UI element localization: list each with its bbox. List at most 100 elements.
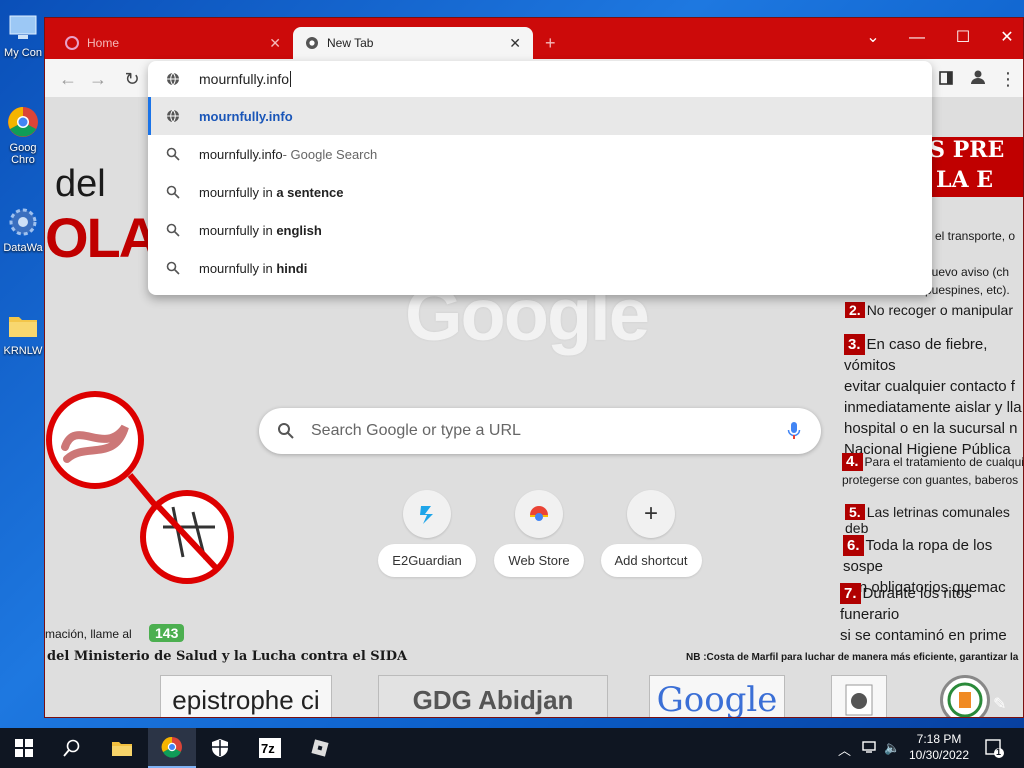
chrome-window: Home ✕ New Tab ✕ + ⌄ — ☐ ✕ ← → ↻ ⋮ del O…: [44, 17, 1024, 718]
omnibox-suggestion[interactable]: mournfully.info: [148, 97, 932, 135]
tab-search-chevron-icon[interactable]: ⌄: [853, 24, 893, 52]
poster-phone-badge: 143: [149, 624, 185, 642]
title-bar: Home ✕ New Tab ✕ + ⌄ — ☐ ✕: [45, 18, 1023, 59]
taskbar-roblox[interactable]: [296, 728, 344, 768]
e2guardian-icon: [403, 490, 451, 538]
tray-chevron-up-icon[interactable]: ︿: [838, 740, 851, 759]
poster-line: hospital o en la sucursal n: [844, 420, 1018, 437]
poster-phone-text: mación, llame al: [45, 627, 132, 641]
reload-icon[interactable]: ↻: [119, 66, 145, 92]
logo-google: Google: [649, 675, 785, 717]
taskbar: 7z ︿ 🔈 7:18 PM 10/30/2022 1: [0, 728, 1024, 768]
omnibox-input[interactable]: mournfully.info: [199, 71, 289, 87]
poster-number: 4.: [842, 453, 863, 471]
search-icon: [166, 261, 180, 275]
poster-number: 6.: [843, 535, 864, 556]
minimize-button[interactable]: —: [897, 24, 937, 52]
taskbar-security[interactable]: [196, 728, 244, 768]
chrome-icon: [161, 736, 182, 758]
back-arrow-icon[interactable]: ←: [55, 66, 81, 92]
poster-prohibition-icon: [46, 391, 234, 584]
tab-close-icon[interactable]: ✕: [269, 35, 281, 52]
logo-ministry-seal: [940, 675, 990, 717]
maximize-button[interactable]: ☐: [943, 24, 983, 52]
notification-center-button[interactable]: 1: [984, 738, 1004, 761]
poster-item-3: 3. En caso de fiebre, vómitos evitar cual…: [844, 334, 1023, 460]
profile-avatar-icon[interactable]: [965, 66, 991, 92]
new-tab-plus-icon[interactable]: +: [545, 33, 556, 54]
close-window-button[interactable]: ✕: [987, 24, 1023, 52]
taskbar-file-explorer[interactable]: [98, 728, 146, 768]
clock-time: 7:18 PM: [916, 732, 962, 746]
desktop-icon-label: Goog Chro: [9, 142, 37, 166]
search-icon: [166, 185, 180, 199]
network-icon[interactable]: [862, 740, 878, 757]
tab-favicon-icon: [65, 36, 79, 50]
desktop-icon-datawarp[interactable]: DataWa: [0, 205, 46, 254]
poster-line: si se contaminó en prime: [840, 627, 1007, 644]
tab-close-icon[interactable]: ✕: [509, 35, 521, 52]
search-icon: [166, 223, 180, 237]
shortcut-e2guardian[interactable]: E2Guardian: [375, 490, 479, 577]
poster-line: puespines, etc).: [925, 283, 1010, 297]
forward-arrow-icon[interactable]: →: [85, 66, 111, 92]
start-button[interactable]: [0, 728, 48, 768]
gear-icon: [6, 205, 40, 239]
poster-item-0: o el transporte, o d nuevo aviso (ch pue…: [925, 227, 1023, 299]
tab-home[interactable]: Home ✕: [53, 27, 293, 59]
poster-item-7: 7. Durante los ritos funerario si se cont…: [840, 583, 1023, 646]
taskbar-7zip[interactable]: 7z: [246, 728, 294, 768]
microphone-icon[interactable]: [787, 421, 801, 441]
text-cursor: [290, 71, 292, 87]
svg-text:7z: 7z: [261, 741, 275, 756]
suggestion-text: mournfully.info: [199, 108, 293, 124]
shortcut-label: Add shortcut: [600, 544, 702, 577]
7zip-icon: 7z: [259, 738, 281, 758]
poster-line: protegerse con guantes, baberos: [842, 473, 1019, 487]
logo-gdg-abidjan: GDG Abidjan: [378, 675, 608, 717]
shortcut-add[interactable]: + Add shortcut: [599, 490, 703, 577]
search-icon: [166, 147, 180, 161]
suggestion-suffix: - Google Search: [282, 146, 378, 162]
side-panel-icon[interactable]: [933, 66, 959, 92]
shortcut-web-store[interactable]: Web Store: [487, 490, 591, 577]
customize-pencil-icon[interactable]: ✎: [993, 694, 1006, 714]
desktop-icon-label: DataWa: [3, 242, 43, 254]
poster-number: 2.: [845, 302, 865, 318]
clock-date: 10/30/2022: [908, 748, 970, 762]
poster-number: 5.: [845, 504, 865, 520]
chrome-icon: [6, 105, 40, 139]
computer-icon: [6, 10, 40, 44]
desktop-icon-label: My Con: [4, 47, 42, 59]
omnibox-suggestion[interactable]: mournfully in a sentence: [148, 173, 932, 211]
desktop-icon-krnl[interactable]: KRNLW: [0, 308, 46, 357]
volume-icon[interactable]: 🔈: [884, 740, 900, 756]
folder-icon: [6, 308, 40, 342]
poster-line: Toda la ropa de los sospe: [843, 537, 993, 575]
poster-line: evitar cualquier contacto f: [844, 378, 1015, 395]
desktop-icon-chrome[interactable]: Goog Chro: [0, 105, 46, 166]
suggestion-bold: a sentence: [276, 184, 344, 200]
omnibox-suggestion[interactable]: mournfully in hindi: [148, 249, 932, 287]
roblox-icon: [311, 739, 329, 757]
ntp-search-box[interactable]: Search Google or type a URL: [259, 408, 821, 454]
omnibox-suggestion[interactable]: mournfully in english: [148, 211, 932, 249]
desktop-icon-my-computer[interactable]: My Con: [0, 10, 46, 59]
add-plus-icon: +: [627, 490, 675, 538]
tab-title: Home: [87, 36, 120, 50]
omnibox-suggestion[interactable]: mournfully.info - Google Search: [148, 135, 932, 173]
poster-title-ola: OLA: [45, 206, 159, 269]
omnibox-input-row[interactable]: mournfully.info: [148, 61, 932, 97]
suggestion-text: mournfully in: [199, 222, 277, 238]
poster-nb-text: NB :Costa de Marfil para luchar de maner…: [686, 652, 1019, 663]
logo-isto: [831, 675, 887, 717]
taskbar-chrome[interactable]: [148, 728, 196, 768]
poster-line: Las letrinas comunales deb: [845, 504, 1010, 536]
shortcut-label: Web Store: [494, 544, 584, 577]
tab-new-tab[interactable]: New Tab ✕: [293, 27, 533, 59]
globe-icon: [167, 109, 179, 123]
taskbar-clock[interactable]: 7:18 PM 10/30/2022: [900, 731, 978, 763]
menu-kebab-icon[interactable]: ⋮: [995, 66, 1021, 92]
taskbar-search-button[interactable]: [48, 728, 96, 768]
chrome-favicon-icon: [306, 37, 318, 49]
